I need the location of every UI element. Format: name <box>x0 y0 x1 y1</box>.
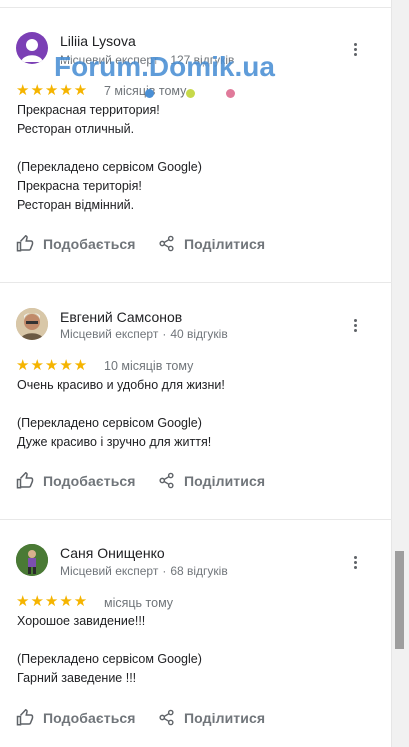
watermark-dot <box>145 89 154 98</box>
review-line: (Перекладено сервісом Google) <box>17 652 202 666</box>
reviewer-name[interactable]: Саня Онищенко <box>60 545 165 561</box>
watermark-dot <box>186 89 195 98</box>
like-label: Подобається <box>43 710 136 726</box>
star-rating: ★★★★★ <box>16 593 89 610</box>
more-vert-icon[interactable] <box>348 552 362 572</box>
reviewer-meta: Місцевий експерт · 40 відгуків <box>60 327 228 341</box>
review-line: Ресторан відмінний. <box>17 198 135 212</box>
thumb-up-icon <box>16 709 34 726</box>
reviewer-role: Місцевий експерт <box>60 564 159 578</box>
like-button[interactable]: Подобається <box>16 709 136 727</box>
review-text: Прекрасная территория! Ресторан отличный… <box>17 101 202 215</box>
user-silhouette-icon <box>21 39 43 62</box>
review-line: Очень красиво и удобно для жизни! <box>17 378 225 392</box>
thumb-up-icon <box>16 472 34 489</box>
share-label: Поділитися <box>184 709 266 726</box>
star-rating: ★★★★★ <box>16 357 89 374</box>
reviewer-role: Місцевий експерт <box>60 327 159 341</box>
avatar[interactable] <box>16 544 48 576</box>
watermark-logo: Forum.Domik.ua <box>54 51 275 82</box>
review-line: Прекрасна територія! <box>17 179 142 193</box>
user-photo-icon <box>16 308 48 340</box>
review-line: Хорошое завидение!!! <box>17 614 146 628</box>
review-date: місяць тому <box>104 596 174 610</box>
review-line: Ресторан отличный. <box>17 122 135 136</box>
review-text: Очень красиво и удобно для жизни! (Перек… <box>17 376 225 452</box>
share-button[interactable]: Поділитися <box>158 235 265 252</box>
more-vert-icon[interactable] <box>348 39 362 59</box>
review-card: Liliia Lysova Місцевий експерт · 127 відгу… <box>0 0 392 282</box>
review-line <box>17 631 202 650</box>
review-line: (Перекладено сервісом Google) <box>17 160 202 174</box>
review-line: Прекрасная территория! <box>17 103 160 117</box>
share-label: Поділитися <box>184 235 266 252</box>
thumb-up-icon <box>16 235 34 252</box>
review-text: Хорошое завидение!!! (Перекладено сервіс… <box>17 612 202 688</box>
review-line <box>17 395 225 414</box>
reviewer-name[interactable]: Liliia Lysova <box>60 33 136 49</box>
review-line: (Перекладено сервісом Google) <box>17 416 202 430</box>
share-icon <box>159 472 174 489</box>
like-button[interactable]: Подобається <box>16 235 136 253</box>
watermark-dot <box>226 89 235 98</box>
review-card: Саня Онищенко Місцевий експерт · 68 відгук… <box>0 519 392 747</box>
reviewer-name[interactable]: Евгений Самсонов <box>60 309 182 325</box>
reviewer-meta: Місцевий експерт · 68 відгуків <box>60 564 228 578</box>
share-icon <box>159 709 174 726</box>
avatar[interactable] <box>16 32 48 64</box>
reviews-count: 40 відгуків <box>170 327 228 341</box>
review-line: Дуже красиво і зручно для життя! <box>17 435 212 449</box>
share-button[interactable]: Поділитися <box>158 472 265 489</box>
user-photo-icon <box>16 544 48 576</box>
like-label: Подобається <box>43 473 136 489</box>
like-label: Подобається <box>43 236 136 252</box>
avatar[interactable] <box>16 308 48 340</box>
reviews-count: 68 відгуків <box>170 564 228 578</box>
scrollbar[interactable] <box>391 0 409 747</box>
share-icon <box>159 235 174 252</box>
like-button[interactable]: Подобається <box>16 472 136 490</box>
review-line: Гарний заведение !!! <box>17 671 137 685</box>
share-button[interactable]: Поділитися <box>158 709 265 726</box>
more-vert-icon[interactable] <box>348 315 362 335</box>
review-card: Евгений Самсонов Місцевий експерт · 40 від… <box>0 282 392 519</box>
scrollbar-thumb[interactable] <box>395 551 404 649</box>
review-date: 10 місяців тому <box>104 359 194 373</box>
star-rating: ★★★★★ <box>16 82 89 99</box>
share-label: Поділитися <box>184 472 266 489</box>
review-line <box>17 139 202 158</box>
